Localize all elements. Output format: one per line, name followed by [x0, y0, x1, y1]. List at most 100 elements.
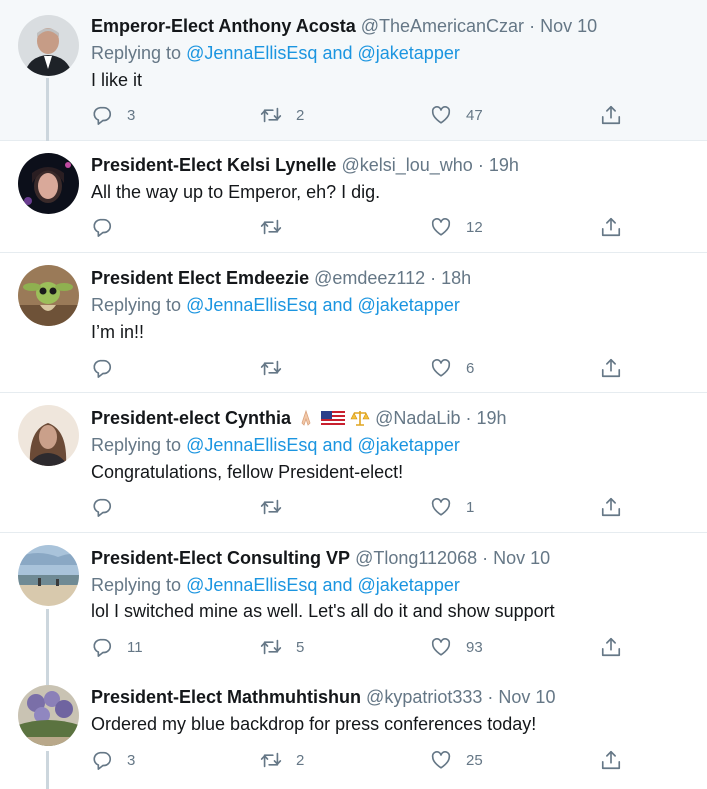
- tweet-2[interactable]: President-Elect Kelsi Lynelle @kelsi_lou…: [0, 141, 707, 253]
- tweet-5[interactable]: President-Elect Consulting VP @Tlong1120…: [0, 533, 707, 673]
- replying-to-label: Replying to: [91, 575, 182, 595]
- display-name[interactable]: President Elect Emdeezie: [91, 268, 309, 288]
- reply-button[interactable]: [91, 216, 127, 238]
- like-button[interactable]: 1: [430, 496, 474, 518]
- mention-link[interactable]: @JennaEllisEsq: [186, 295, 317, 315]
- mention-link[interactable]: @JennaEllisEsq: [186, 43, 317, 63]
- avatar[interactable]: [18, 265, 79, 326]
- tweet-1[interactable]: Emperor-Elect Anthony Acosta @TheAmerica…: [0, 0, 707, 141]
- mention-link[interactable]: @jaketapper: [358, 575, 460, 595]
- like-button[interactable]: 93: [430, 636, 483, 658]
- retweet-icon: [260, 749, 282, 771]
- mention-link[interactable]: @JennaEllisEsq: [186, 435, 317, 455]
- reply-icon: [91, 357, 113, 379]
- reply-button[interactable]: 3: [91, 749, 135, 771]
- user-handle[interactable]: @NadaLib: [375, 408, 460, 428]
- user-handle[interactable]: @emdeez112: [314, 268, 425, 288]
- thread-line: [46, 609, 49, 673]
- like-icon: [430, 104, 452, 126]
- reply-button[interactable]: 3: [91, 104, 135, 126]
- like-icon: [430, 496, 452, 518]
- display-name[interactable]: Emperor-Elect Anthony Acosta: [91, 16, 356, 36]
- reply-icon: [91, 636, 113, 658]
- retweet-icon: [260, 636, 282, 658]
- tweet-header: President-Elect Consulting VP @Tlong1120…: [91, 547, 550, 569]
- reply-count: 3: [127, 751, 136, 769]
- praying-hands-icon: [301, 409, 311, 426]
- reply-button[interactable]: 11: [91, 636, 143, 658]
- retweet-count: 2: [296, 106, 305, 124]
- timestamp[interactable]: 19h: [489, 155, 519, 175]
- like-icon: [430, 357, 452, 379]
- tweet-text: All the way up to Emperor, eh? I dig.: [91, 182, 381, 202]
- retweet-count: 5: [296, 638, 305, 656]
- share-icon: [600, 496, 622, 518]
- timestamp[interactable]: 18h: [441, 268, 471, 288]
- tweet-6[interactable]: President-Elect Mathmuhtishun @kypatriot…: [0, 673, 707, 789]
- retweet-count: 2: [296, 751, 305, 769]
- timestamp[interactable]: Nov 10: [493, 548, 550, 568]
- retweet-button[interactable]: 5: [260, 636, 304, 658]
- mention-link[interactable]: @JennaEllisEsq: [186, 575, 317, 595]
- tweet-3[interactable]: President Elect Emdeezie @emdeez112 · 18…: [0, 253, 707, 393]
- avatar[interactable]: [18, 153, 79, 214]
- tweet-header: President-Elect Kelsi Lynelle @kelsi_lou…: [91, 154, 519, 176]
- share-button[interactable]: [600, 496, 622, 518]
- mention-link[interactable]: @jaketapper: [358, 43, 460, 63]
- mention-link[interactable]: @jaketapper: [358, 435, 460, 455]
- us-flag-icon: [321, 411, 346, 427]
- like-count: 12: [466, 218, 483, 236]
- avatar[interactable]: [18, 405, 79, 466]
- user-handle[interactable]: @Tlong112068: [355, 548, 477, 568]
- mention-link[interactable]: @jaketapper: [358, 295, 460, 315]
- tweet-text: I like it: [91, 70, 143, 90]
- timestamp[interactable]: Nov 10: [540, 16, 597, 36]
- mention-and: and: [322, 295, 353, 315]
- retweet-button[interactable]: 2: [260, 749, 304, 771]
- avatar[interactable]: [18, 15, 79, 76]
- replying-to-label: Replying to: [91, 43, 182, 63]
- user-handle[interactable]: @TheAmericanCzar: [361, 16, 524, 36]
- replying-to-label: Replying to: [91, 435, 182, 455]
- like-button[interactable]: 47: [430, 104, 483, 126]
- separator-dot: ·: [487, 687, 494, 707]
- tweet-header: President-elect Cynthia @NadaLib · 19h: [91, 407, 507, 432]
- like-icon: [430, 216, 452, 238]
- replying-to: Replying to @JennaEllisEsq and @jaketapp…: [91, 434, 460, 456]
- tweet-header: President Elect Emdeezie @emdeez112 · 18…: [91, 267, 471, 289]
- display-name[interactable]: President-Elect Kelsi Lynelle: [91, 155, 336, 175]
- retweet-button[interactable]: [260, 496, 296, 518]
- share-button[interactable]: [600, 357, 622, 379]
- display-name[interactable]: President-Elect Consulting VP: [91, 548, 350, 568]
- like-button[interactable]: 6: [430, 357, 474, 379]
- user-handle[interactable]: @kelsi_lou_who: [341, 155, 472, 175]
- share-button[interactable]: [600, 216, 622, 238]
- retweet-button[interactable]: [260, 216, 296, 238]
- retweet-icon: [260, 357, 282, 379]
- share-button[interactable]: [600, 749, 622, 771]
- share-button[interactable]: [600, 636, 622, 658]
- share-icon: [600, 636, 622, 658]
- reply-button[interactable]: [91, 496, 127, 518]
- retweet-button[interactable]: [260, 357, 296, 379]
- like-button[interactable]: 25: [430, 749, 483, 771]
- share-icon: [600, 749, 622, 771]
- like-button[interactable]: 12: [430, 216, 483, 238]
- display-name[interactable]: President-Elect Mathmuhtishun: [91, 687, 361, 707]
- like-count: 93: [466, 638, 483, 656]
- user-handle[interactable]: @kypatriot333: [366, 687, 482, 707]
- timestamp[interactable]: 19h: [476, 408, 506, 428]
- tweet-4[interactable]: President-elect Cynthia @NadaLib · 19h R…: [0, 393, 707, 533]
- avatar[interactable]: [18, 545, 79, 606]
- separator-dot: ·: [430, 268, 437, 288]
- retweet-button[interactable]: 2: [260, 104, 304, 126]
- replying-to-label: Replying to: [91, 295, 182, 315]
- share-icon: [600, 357, 622, 379]
- timestamp[interactable]: Nov 10: [498, 687, 555, 707]
- tweet-text: lol I switched mine as well. Let's all d…: [91, 601, 555, 621]
- share-button[interactable]: [600, 104, 622, 126]
- avatar[interactable]: [18, 685, 79, 746]
- display-name[interactable]: President-elect Cynthia: [91, 408, 291, 428]
- reply-button[interactable]: [91, 357, 127, 379]
- mention-and: and: [322, 435, 353, 455]
